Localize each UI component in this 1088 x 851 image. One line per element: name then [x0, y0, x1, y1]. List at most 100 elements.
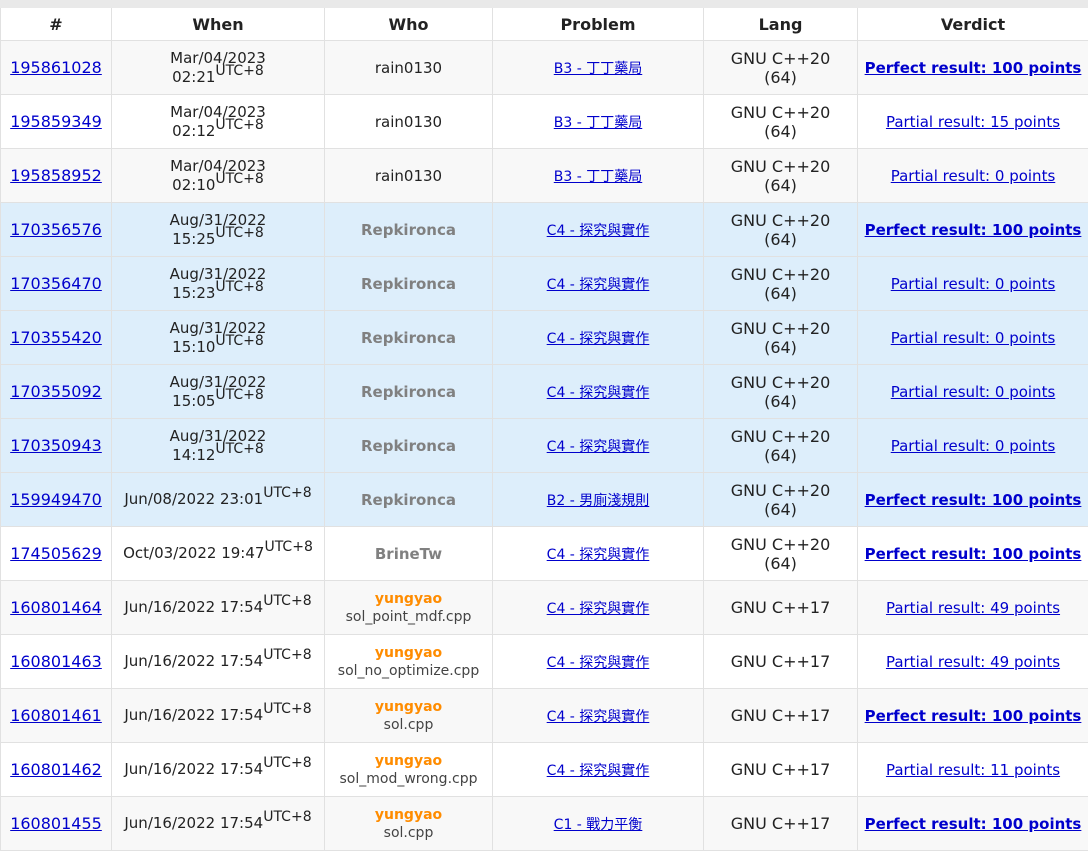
user-handle[interactable]: yungyao [329, 590, 488, 608]
verdict-link[interactable]: Perfect result: 100 points [865, 707, 1082, 725]
problem-cell: C4 - 探究與實作 [493, 635, 704, 689]
user-handle[interactable]: Repkironca [361, 383, 456, 401]
submission-id-link[interactable]: 170355420 [10, 328, 102, 347]
lang-name: GNU C++20 [731, 265, 831, 284]
problem-link[interactable]: B3 - 丁丁藥局 [554, 169, 642, 185]
user-handle[interactable]: rain0130 [375, 167, 442, 185]
submission-id-link[interactable]: 170356576 [10, 220, 102, 239]
problem-cell: C4 - 探究與實作 [493, 743, 704, 797]
submission-id-link[interactable]: 160801462 [10, 760, 102, 779]
problem-link[interactable]: C4 - 探究與實作 [547, 331, 650, 347]
problem-link[interactable]: C4 - 探究與實作 [547, 439, 650, 455]
user-handle[interactable]: rain0130 [375, 59, 442, 77]
submission-id-link[interactable]: 160801464 [10, 598, 102, 617]
submission-id-link[interactable]: 195861028 [10, 58, 102, 77]
submission-id-cell: 159949470 [1, 473, 112, 527]
submission-id-link[interactable]: 160801461 [10, 706, 102, 725]
problem-link[interactable]: C4 - 探究與實作 [547, 601, 650, 617]
table-row: 170356470 Aug/31/202215:23UTC+8 Repkironca… [1, 257, 1088, 311]
user-handle[interactable]: Repkironca [361, 221, 456, 239]
submission-id-cell: 195858952 [1, 149, 112, 203]
problem-link[interactable]: B3 - 丁丁藥局 [554, 115, 642, 131]
problem-cell: B3 - 丁丁藥局 [493, 41, 704, 95]
submission-id-link[interactable]: 195858952 [10, 166, 102, 185]
submission-id-link[interactable]: 160801463 [10, 652, 102, 671]
problem-cell: C4 - 探究與實作 [493, 689, 704, 743]
submission-id-link[interactable]: 170355092 [10, 382, 102, 401]
when-cell: Jun/16/2022 17:54UTC+8 [112, 797, 325, 851]
table-row: 160801462Jun/16/2022 17:54UTC+8yungyaoso… [1, 743, 1088, 797]
submission-id-link[interactable]: 160801455 [10, 814, 102, 833]
problem-link[interactable]: C1 - 戰力平衡 [554, 817, 643, 833]
verdict-cell: Perfect result: 100 points [858, 797, 1088, 851]
problem-link[interactable]: C4 - 探究與實作 [547, 547, 650, 563]
user-handle[interactable]: Repkironca [361, 275, 456, 293]
lang-cell: GNU C++20(64) [704, 419, 858, 473]
source-filename: sol.cpp [329, 716, 488, 734]
table-row: 195859349 Mar/04/202302:12UTC+8 rain0130 B3… [1, 95, 1088, 149]
timezone: UTC+8 [215, 117, 263, 133]
submission-id-link[interactable]: 174505629 [10, 544, 102, 563]
problem-link[interactable]: C4 - 探究與實作 [547, 763, 650, 779]
verdict-link[interactable]: Perfect result: 100 points [865, 815, 1082, 833]
timezone: UTC+8 [215, 279, 263, 295]
verdict-link[interactable]: Partial result: 11 points [886, 761, 1060, 779]
verdict-cell: Perfect result: 100 points [858, 41, 1088, 95]
lang-name: GNU C++20 [731, 319, 831, 338]
verdict-link[interactable]: Partial result: 49 points [886, 599, 1060, 617]
when-cell: Mar/04/202302:12UTC+8 [112, 95, 325, 149]
user-handle[interactable]: rain0130 [375, 113, 442, 131]
lang-name: GNU C++20 [731, 49, 831, 68]
when-cell: Aug/31/202215:10UTC+8 [112, 311, 325, 365]
submission-id-link[interactable]: 170356470 [10, 274, 102, 293]
verdict-cell: Partial result: 0 points [858, 365, 1088, 419]
col-header-problem: Problem [493, 8, 704, 41]
verdict-link[interactable]: Partial result: 0 points [891, 383, 1056, 401]
problem-link[interactable]: B2 - 男廁淺規則 [547, 493, 649, 509]
user-handle[interactable]: BrineTw [375, 545, 442, 563]
verdict-link[interactable]: Partial result: 0 points [891, 275, 1056, 293]
submission-id-link[interactable]: 159949470 [10, 490, 102, 509]
verdict-link[interactable]: Perfect result: 100 points [865, 59, 1082, 77]
problem-cell: C4 - 探究與實作 [493, 419, 704, 473]
problem-link[interactable]: C4 - 探究與實作 [547, 223, 650, 239]
user-handle[interactable]: yungyao [329, 698, 488, 716]
verdict-link[interactable]: Perfect result: 100 points [865, 545, 1082, 563]
verdict-link[interactable]: Perfect result: 100 points [865, 221, 1082, 239]
verdict-link[interactable]: Partial result: 0 points [891, 329, 1056, 347]
verdict-link[interactable]: Partial result: 15 points [886, 113, 1060, 131]
submission-id-link[interactable]: 170350943 [10, 436, 102, 455]
timezone: UTC+8 [263, 701, 311, 717]
user-handle[interactable]: yungyao [329, 644, 488, 662]
table-row: 160801455Jun/16/2022 17:54UTC+8yungyaoso… [1, 797, 1088, 851]
problem-link[interactable]: C4 - 探究與實作 [547, 385, 650, 401]
when-cell: Aug/31/202214:12UTC+8 [112, 419, 325, 473]
source-filename: sol_no_optimize.cpp [329, 662, 488, 680]
verdict-cell: Partial result: 11 points [858, 743, 1088, 797]
lang-name: GNU C++17 [731, 706, 831, 725]
verdict-link[interactable]: Partial result: 49 points [886, 653, 1060, 671]
problem-link[interactable]: C4 - 探究與實作 [547, 277, 650, 293]
submit-time: 17:54 [220, 706, 263, 724]
who-cell: rain0130 [325, 41, 493, 95]
when-cell: Aug/31/202215:23UTC+8 [112, 257, 325, 311]
submit-time: 17:54 [220, 598, 263, 616]
user-handle[interactable]: Repkironca [361, 437, 456, 455]
submission-id-cell: 195859349 [1, 95, 112, 149]
table-row: 170356576Aug/31/202215:25UTC+8Repkironca… [1, 203, 1088, 257]
user-handle[interactable]: Repkironca [361, 329, 456, 347]
who-cell: Repkironca [325, 365, 493, 419]
verdict-link[interactable]: Partial result: 0 points [891, 167, 1056, 185]
timezone: UTC+8 [264, 539, 312, 555]
problem-link[interactable]: C4 - 探究與實作 [547, 655, 650, 671]
verdict-link[interactable]: Partial result: 0 points [891, 437, 1056, 455]
verdict-link[interactable]: Perfect result: 100 points [865, 491, 1082, 509]
user-handle[interactable]: yungyao [329, 752, 488, 770]
verdict-cell: Partial result: 49 points [858, 635, 1088, 689]
col-header-id: # [1, 8, 112, 41]
problem-link[interactable]: B3 - 丁丁藥局 [554, 61, 642, 77]
problem-link[interactable]: C4 - 探究與實作 [547, 709, 650, 725]
user-handle[interactable]: Repkironca [361, 491, 456, 509]
user-handle[interactable]: yungyao [329, 806, 488, 824]
submission-id-link[interactable]: 195859349 [10, 112, 102, 131]
